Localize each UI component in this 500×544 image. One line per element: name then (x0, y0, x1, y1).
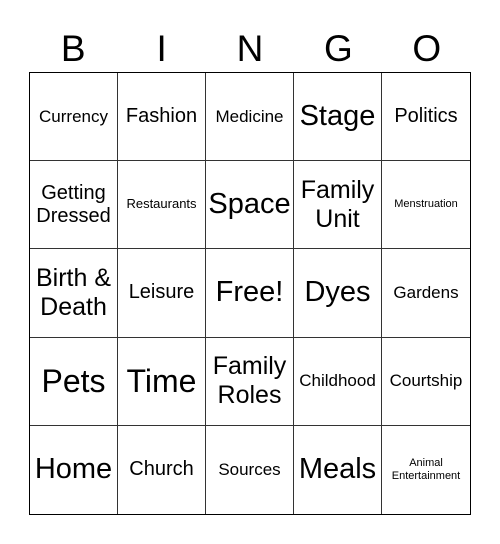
bingo-cell-label: Childhood (299, 371, 376, 391)
bingo-cell-label: Restaurants (126, 196, 197, 212)
bingo-cell-label: Sources (218, 460, 281, 480)
bingo-cell[interactable]: Fashion (118, 73, 206, 162)
bingo-cell-label: Currency (39, 106, 108, 126)
bingo-cell[interactable]: Menstruation (382, 161, 470, 250)
bingo-cell-label: Pets (41, 362, 106, 399)
bingo-cell-label: Gardens (393, 283, 459, 303)
header-letter-n: N (236, 28, 264, 69)
bingo-cell-label: Getting Dressed (36, 181, 111, 227)
bingo-cell[interactable]: Childhood (294, 337, 382, 426)
bingo-cell[interactable]: Family Unit (294, 161, 382, 250)
header-letter-i: I (156, 28, 167, 69)
bingo-cell-label: Church (129, 458, 194, 481)
bingo-cell[interactable]: Leisure (118, 249, 206, 338)
bingo-cell-label: Time (126, 362, 197, 399)
bingo-cell[interactable]: Medicine (206, 73, 294, 162)
header-letter-b: B (60, 28, 86, 69)
bingo-cell[interactable]: Currency (30, 73, 118, 162)
bingo-cell[interactable]: Dyes (294, 249, 382, 338)
bingo-cell[interactable]: Sources (206, 425, 294, 514)
bingo-cell[interactable]: Restaurants (118, 161, 206, 250)
bingo-board: Currency Fashion Medicine Stage Politics Gett… (29, 72, 471, 515)
bingo-cell-label: Politics (394, 105, 458, 128)
header-letter-o: O (412, 28, 442, 69)
bingo-cell-label: Medicine (215, 106, 284, 126)
bingo-cell-label: Leisure (128, 281, 195, 304)
bingo-cell[interactable]: Courtship (382, 338, 470, 426)
bingo-cell[interactable]: Pets (30, 337, 118, 426)
bingo-cell-label: Courtship (389, 371, 463, 391)
bingo-cell-label: Meals (298, 453, 377, 486)
bingo-cell-label: Menstruation (394, 198, 458, 211)
bingo-cell-label: Fashion (125, 105, 198, 128)
bingo-cell[interactable]: Getting Dressed (30, 161, 118, 250)
bingo-cell[interactable]: Church (118, 425, 206, 514)
bingo-cell-label: Home (34, 453, 113, 486)
free-space-cell[interactable]: Free! (206, 249, 294, 338)
bingo-cell-label: Dyes (304, 276, 371, 309)
bingo-cell[interactable]: Space (206, 161, 294, 250)
bingo-cell-label: Animal Entertainment (391, 457, 461, 482)
bingo-header: B I N G O (29, 26, 471, 72)
bingo-cell[interactable]: Meals (294, 425, 382, 514)
bingo-cell[interactable]: Birth & Death (30, 249, 118, 338)
bingo-cell[interactable]: Politics (382, 73, 470, 162)
bingo-cell[interactable]: Family Roles (206, 337, 294, 426)
bingo-cell[interactable]: Home (30, 425, 118, 514)
bingo-cell-label: Free! (215, 276, 284, 309)
header-letter-g: G (324, 28, 353, 69)
bingo-cell-label: Stage (299, 99, 376, 132)
bingo-cell[interactable]: Gardens (382, 249, 470, 338)
bingo-cell[interactable]: Time (118, 337, 206, 426)
bingo-cell-label: Family Roles (212, 352, 287, 410)
bingo-cell-label: Birth & Death (35, 264, 112, 321)
bingo-cell-label: Family Unit (300, 176, 375, 233)
bingo-cell[interactable]: Animal Entertainment (382, 426, 470, 514)
bingo-cell-label: Space (208, 188, 291, 221)
bingo-cell[interactable]: Stage (294, 73, 382, 162)
